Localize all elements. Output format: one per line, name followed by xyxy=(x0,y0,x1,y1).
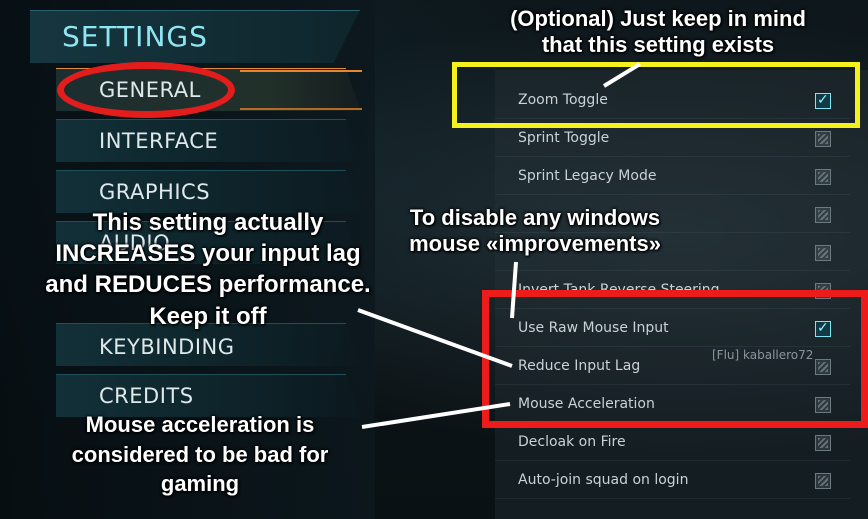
hidden-option-2-checkbox[interactable] xyxy=(815,245,831,261)
menu-label-credits[interactable]: CREDITS xyxy=(99,384,194,408)
sprint-toggle-checkbox[interactable] xyxy=(815,131,831,147)
auto-join-checkbox[interactable] xyxy=(815,473,831,489)
option-label: Sprint Toggle xyxy=(518,130,610,146)
accel-annotation-line2: considered to be bad for xyxy=(71,441,329,467)
raw-input-annotation-line1: To disable any windows xyxy=(409,205,661,230)
optional-annotation-line2: that this setting exists xyxy=(541,32,775,58)
option-label: Decloak on Fire xyxy=(518,434,626,450)
hidden-option-1-checkbox[interactable] xyxy=(815,207,831,223)
raw-input-annotation-line2: mouse «improvements» xyxy=(409,231,661,257)
mouse-settings-highlight-box xyxy=(482,290,868,428)
settings-title: SETTINGS xyxy=(62,20,208,53)
decloak-checkbox[interactable] xyxy=(815,435,831,451)
menu-label-graphics[interactable]: GRAPHICS xyxy=(99,180,210,204)
input-lag-annotation-line3: and REDUCES performance. xyxy=(45,271,371,299)
accel-annotation-line3: gaming xyxy=(160,471,240,497)
option-label: Auto-join squad on login xyxy=(518,472,689,488)
input-lag-annotation-line4: Keep it off xyxy=(149,302,267,330)
zoom-toggle-highlight-box xyxy=(452,62,860,128)
optional-annotation: (Optional) Just keep in mind that this s… xyxy=(468,6,848,59)
active-accent-bottom xyxy=(240,108,362,110)
menu-label-interface[interactable]: INTERFACE xyxy=(99,129,218,153)
sprint-legacy-checkbox[interactable] xyxy=(815,169,831,185)
optional-annotation-line1: (Optional) Just keep in mind xyxy=(510,6,806,31)
input-lag-annotation: This setting actually INCREASES your inp… xyxy=(18,207,398,332)
general-highlight-circle xyxy=(57,62,235,118)
accel-annotation-line1: Mouse acceleration is xyxy=(85,412,315,437)
option-label: Sprint Legacy Mode xyxy=(518,168,657,184)
raw-input-annotation: To disable any windows mouse «improvemen… xyxy=(380,205,690,258)
menu-label-keybinding[interactable]: KEYBINDING xyxy=(99,335,235,359)
accel-annotation: Mouse acceleration is considered to be b… xyxy=(40,410,360,499)
input-lag-annotation-line2: INCREASES your input lag xyxy=(55,240,361,268)
input-lag-annotation-line1: This setting actually xyxy=(92,209,324,236)
active-accent-top xyxy=(240,70,362,72)
